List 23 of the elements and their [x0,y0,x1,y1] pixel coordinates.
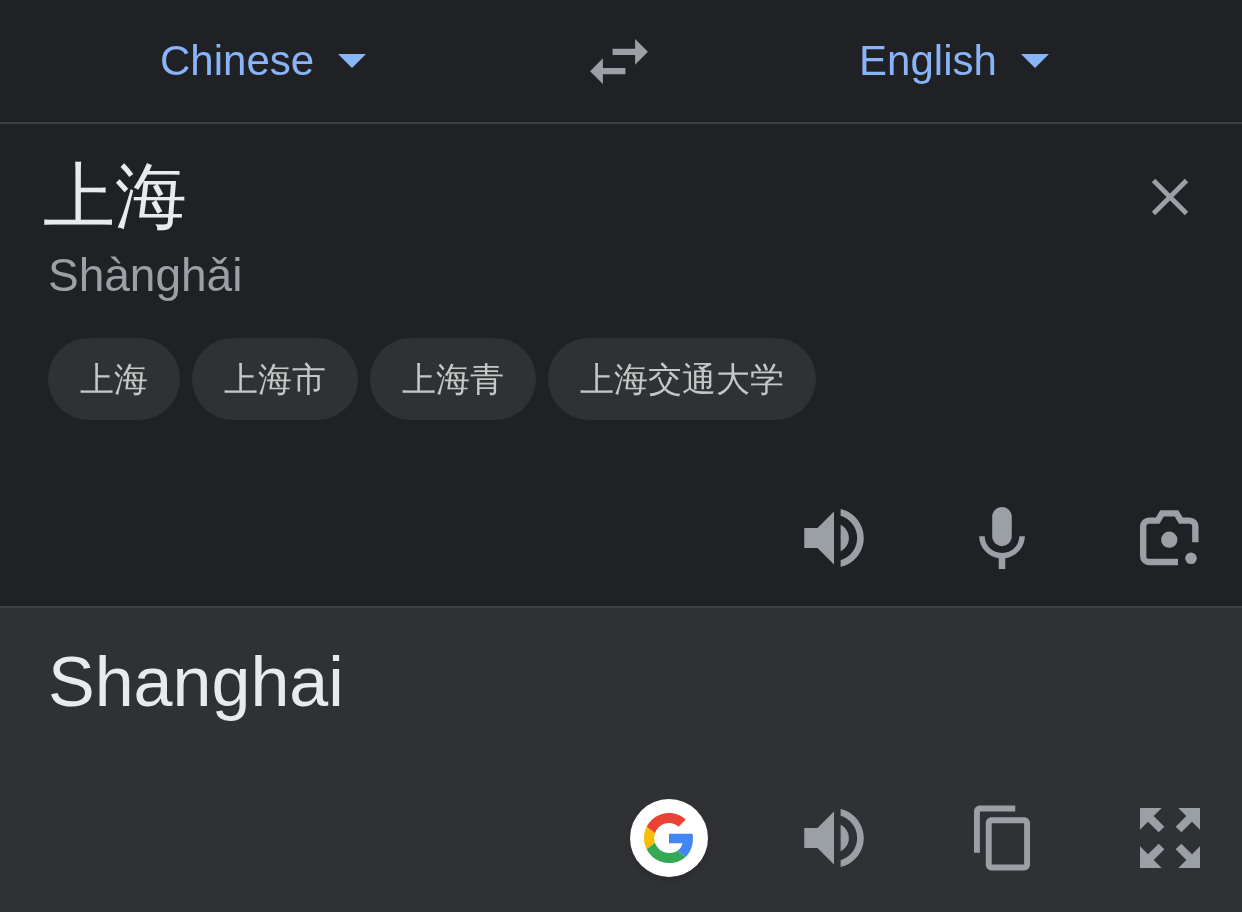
camera-icon [1140,510,1200,566]
caret-icon [1020,54,1049,68]
suggestion-chip[interactable]: 上海 [48,338,180,420]
speaker-icon [804,509,864,567]
swap-icon [590,38,649,84]
microphone-icon [979,507,1025,569]
listen-button[interactable] [804,509,864,567]
language-selector[interactable]: Chinese [160,40,367,82]
g-logo-icon [644,813,694,863]
copy-icon [974,805,1030,871]
suggestion-chip[interactable]: 上海青 [370,338,536,420]
camera-button[interactable] [1140,510,1200,566]
expand-icon [1140,808,1200,868]
caret-icon [338,54,367,68]
copy-button[interactable] [972,805,1032,871]
swap-button[interactable] [590,38,649,84]
language-selector[interactable]: English [859,40,1049,82]
listen-button[interactable] [804,809,864,867]
expand-button[interactable] [1140,808,1200,868]
suggestion-chip[interactable]: 上海交通大学 [548,338,816,420]
suggestion-chip[interactable]: 上海市 [192,338,358,420]
speaker-icon [804,809,864,867]
source-text: 上海 [43,160,187,232]
